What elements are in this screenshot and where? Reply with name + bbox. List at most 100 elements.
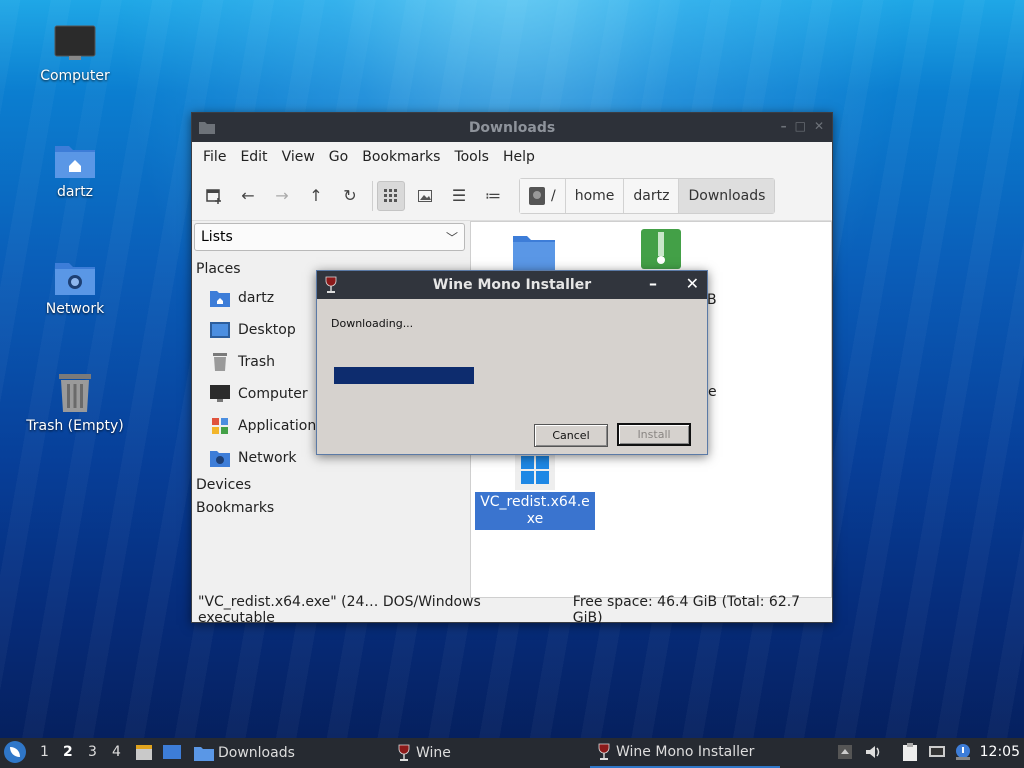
home-folder-icon xyxy=(210,291,230,307)
window-titlebar[interactable]: Downloads – □ ✕ xyxy=(192,113,832,142)
window-title: Downloads xyxy=(468,119,556,136)
list-compact-icon: ☰ xyxy=(451,186,467,205)
breadcrumb-root[interactable]: / xyxy=(520,178,566,213)
install-button[interactable]: Install xyxy=(617,423,691,446)
devices-heading[interactable]: Devices xyxy=(196,477,251,493)
arrow-left-icon: ← xyxy=(241,186,255,205)
menu-edit[interactable]: Edit xyxy=(233,149,274,165)
menu-bookmarks[interactable]: Bookmarks xyxy=(355,149,447,165)
taskbar-item-wine[interactable]: Wine xyxy=(398,738,451,768)
wine-glass-icon xyxy=(398,744,410,761)
dialog-title: Wine Mono Installer xyxy=(432,277,592,293)
thumbnail-view-button[interactable] xyxy=(411,181,439,211)
compact-view-button[interactable]: ☰ xyxy=(445,181,473,211)
sidebar-item-network[interactable]: Network xyxy=(210,445,296,471)
task-label: Wine xyxy=(416,745,451,761)
places-heading: Places xyxy=(196,261,241,277)
sidebar-item-applications[interactable]: Application xyxy=(210,413,316,439)
chevron-down-icon: ﹀ xyxy=(445,231,458,245)
sidebar-item-computer[interactable]: Computer xyxy=(210,381,308,407)
forward-button[interactable]: → xyxy=(268,181,296,211)
file-item-folder[interactable] xyxy=(511,232,557,274)
sidebar-item-dartz[interactable]: dartz xyxy=(210,285,274,311)
file-item-vc-redist[interactable]: VC_redist.x64.exe xyxy=(475,450,595,530)
start-menu-button[interactable] xyxy=(4,741,26,763)
desktop-icon-home[interactable]: dartz xyxy=(15,140,135,200)
folder-icon xyxy=(194,747,214,761)
desktop-icon-label: Trash (Empty) xyxy=(26,418,124,434)
clipboard-icon[interactable] xyxy=(900,743,920,761)
show-desktop-icon[interactable] xyxy=(162,742,182,762)
detail-view-button[interactable]: ≔ xyxy=(479,181,507,211)
close-icon[interactable]: ✕ xyxy=(814,119,824,133)
menu-view[interactable]: View xyxy=(275,149,322,165)
status-bar: "VC_redist.x64.exe" (24… DOS/Windows exe… xyxy=(192,594,832,626)
breadcrumb-home[interactable]: home xyxy=(565,178,625,213)
minimize-icon[interactable]: – xyxy=(649,274,657,293)
workspace-3[interactable]: 3 xyxy=(88,744,97,760)
breadcrumb-downloads[interactable]: Downloads xyxy=(679,178,775,213)
start-menu-icon xyxy=(10,747,20,757)
workspace-1[interactable]: 1 xyxy=(40,744,49,760)
breadcrumb-label: Downloads xyxy=(688,187,766,204)
sidebar-item-label: Desktop xyxy=(238,322,296,338)
clock[interactable]: 12:05 xyxy=(980,744,1020,760)
bookmarks-heading[interactable]: Bookmarks xyxy=(196,500,274,516)
dialog-body: Downloading... Cancel Install xyxy=(317,299,707,454)
dialog-titlebar[interactable]: Wine Mono Installer – ✕ xyxy=(317,271,707,299)
new-tab-button[interactable] xyxy=(200,181,228,211)
sidebar-item-label: Trash xyxy=(238,354,275,370)
taskbar-item-downloads[interactable]: Downloads xyxy=(194,738,295,768)
close-icon[interactable]: ✕ xyxy=(686,274,699,293)
taskbar: 1 2 3 4 Downloads Wine Wine Mono Install… xyxy=(0,738,1024,768)
status-file-info: "VC_redist.x64.exe" (24… DOS/Windows exe… xyxy=(198,594,481,626)
folder-icon xyxy=(513,236,555,270)
update-notifier-icon[interactable] xyxy=(954,743,972,761)
file-item-archive[interactable] xyxy=(639,228,683,274)
menu-tools[interactable]: Tools xyxy=(447,149,496,165)
network-status-icon[interactable] xyxy=(928,743,946,761)
network-folder-icon xyxy=(210,451,230,467)
maximize-icon[interactable]: □ xyxy=(795,119,806,133)
status-message: Downloading... xyxy=(331,317,414,330)
download-progress-bar xyxy=(334,367,474,384)
sidebar-item-trash[interactable]: Trash xyxy=(210,349,275,375)
breadcrumb-label: / xyxy=(551,187,556,204)
desktop-icon-network[interactable]: Network xyxy=(15,257,135,317)
breadcrumb-dartz[interactable]: dartz xyxy=(624,178,680,213)
network-folder-icon xyxy=(55,263,95,295)
menu-file[interactable]: File xyxy=(196,149,233,165)
back-button[interactable]: ← xyxy=(234,181,262,211)
desktop-icon-trash[interactable]: Trash (Empty) xyxy=(15,372,135,434)
menu-help[interactable]: Help xyxy=(496,149,542,165)
toolbar: ← → ↑ ↻ ☰ ≔ / home dartz Downloads xyxy=(192,171,832,221)
list-detail-icon: ≔ xyxy=(485,186,501,205)
icon-view-button[interactable] xyxy=(377,180,405,211)
sidebar-item-label: Computer xyxy=(238,386,308,402)
eject-icon[interactable] xyxy=(836,743,854,761)
computer-icon xyxy=(54,25,96,60)
side-pane-mode-select[interactable]: Lists ﹀ xyxy=(194,223,465,251)
menu-go[interactable]: Go xyxy=(322,149,355,165)
wine-glass-icon xyxy=(598,743,610,760)
workspace-4[interactable]: 4 xyxy=(112,744,121,760)
workspace-2[interactable]: 2 xyxy=(63,744,73,760)
wine-mono-installer-dialog: Wine Mono Installer – ✕ Downloading... C… xyxy=(316,270,708,455)
archive-icon xyxy=(641,229,681,269)
window-controls: – □ ✕ xyxy=(781,119,824,133)
volume-icon[interactable] xyxy=(864,743,882,761)
minimize-icon[interactable]: – xyxy=(781,119,787,133)
file-name: VC_redist.x64.exe xyxy=(475,492,595,530)
desktop-icon-label: Computer xyxy=(40,68,110,84)
file-name-fragment: B xyxy=(707,292,717,308)
file-manager-launcher-icon[interactable] xyxy=(134,742,154,762)
cancel-button[interactable]: Cancel xyxy=(534,424,608,447)
status-free-space: Free space: 46.4 GiB (Total: 62.7 GiB) xyxy=(572,594,801,626)
task-label: Wine Mono Installer xyxy=(616,744,755,760)
taskbar-item-wine-mono-installer[interactable]: Wine Mono Installer xyxy=(590,738,780,768)
up-button[interactable]: ↑ xyxy=(302,181,330,211)
desktop-icon-computer[interactable]: Computer xyxy=(15,24,135,84)
reload-button[interactable]: ↻ xyxy=(336,181,364,211)
reload-icon: ↻ xyxy=(343,186,357,205)
sidebar-item-desktop[interactable]: Desktop xyxy=(210,317,296,343)
